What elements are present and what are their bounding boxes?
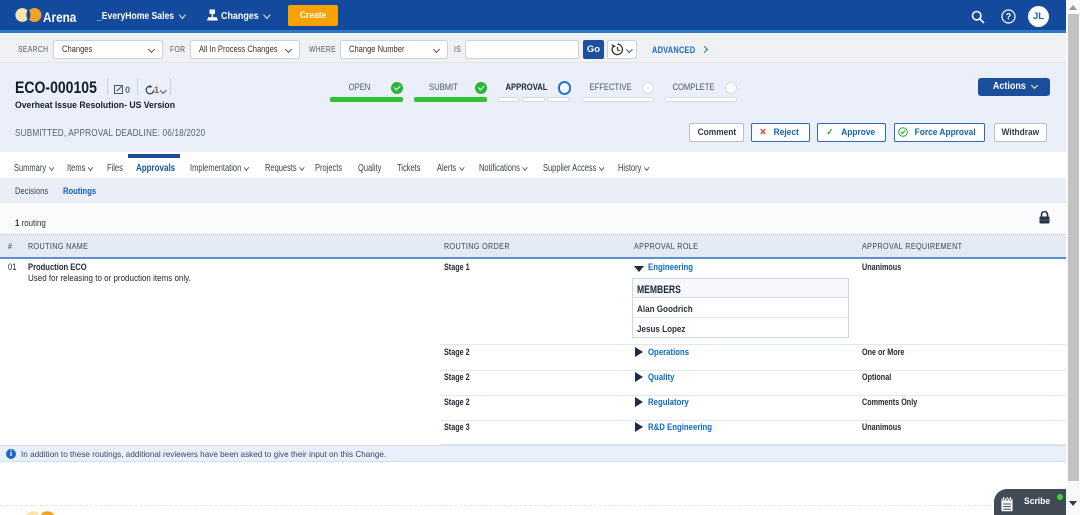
svg-text:?: ? [1006,12,1012,22]
